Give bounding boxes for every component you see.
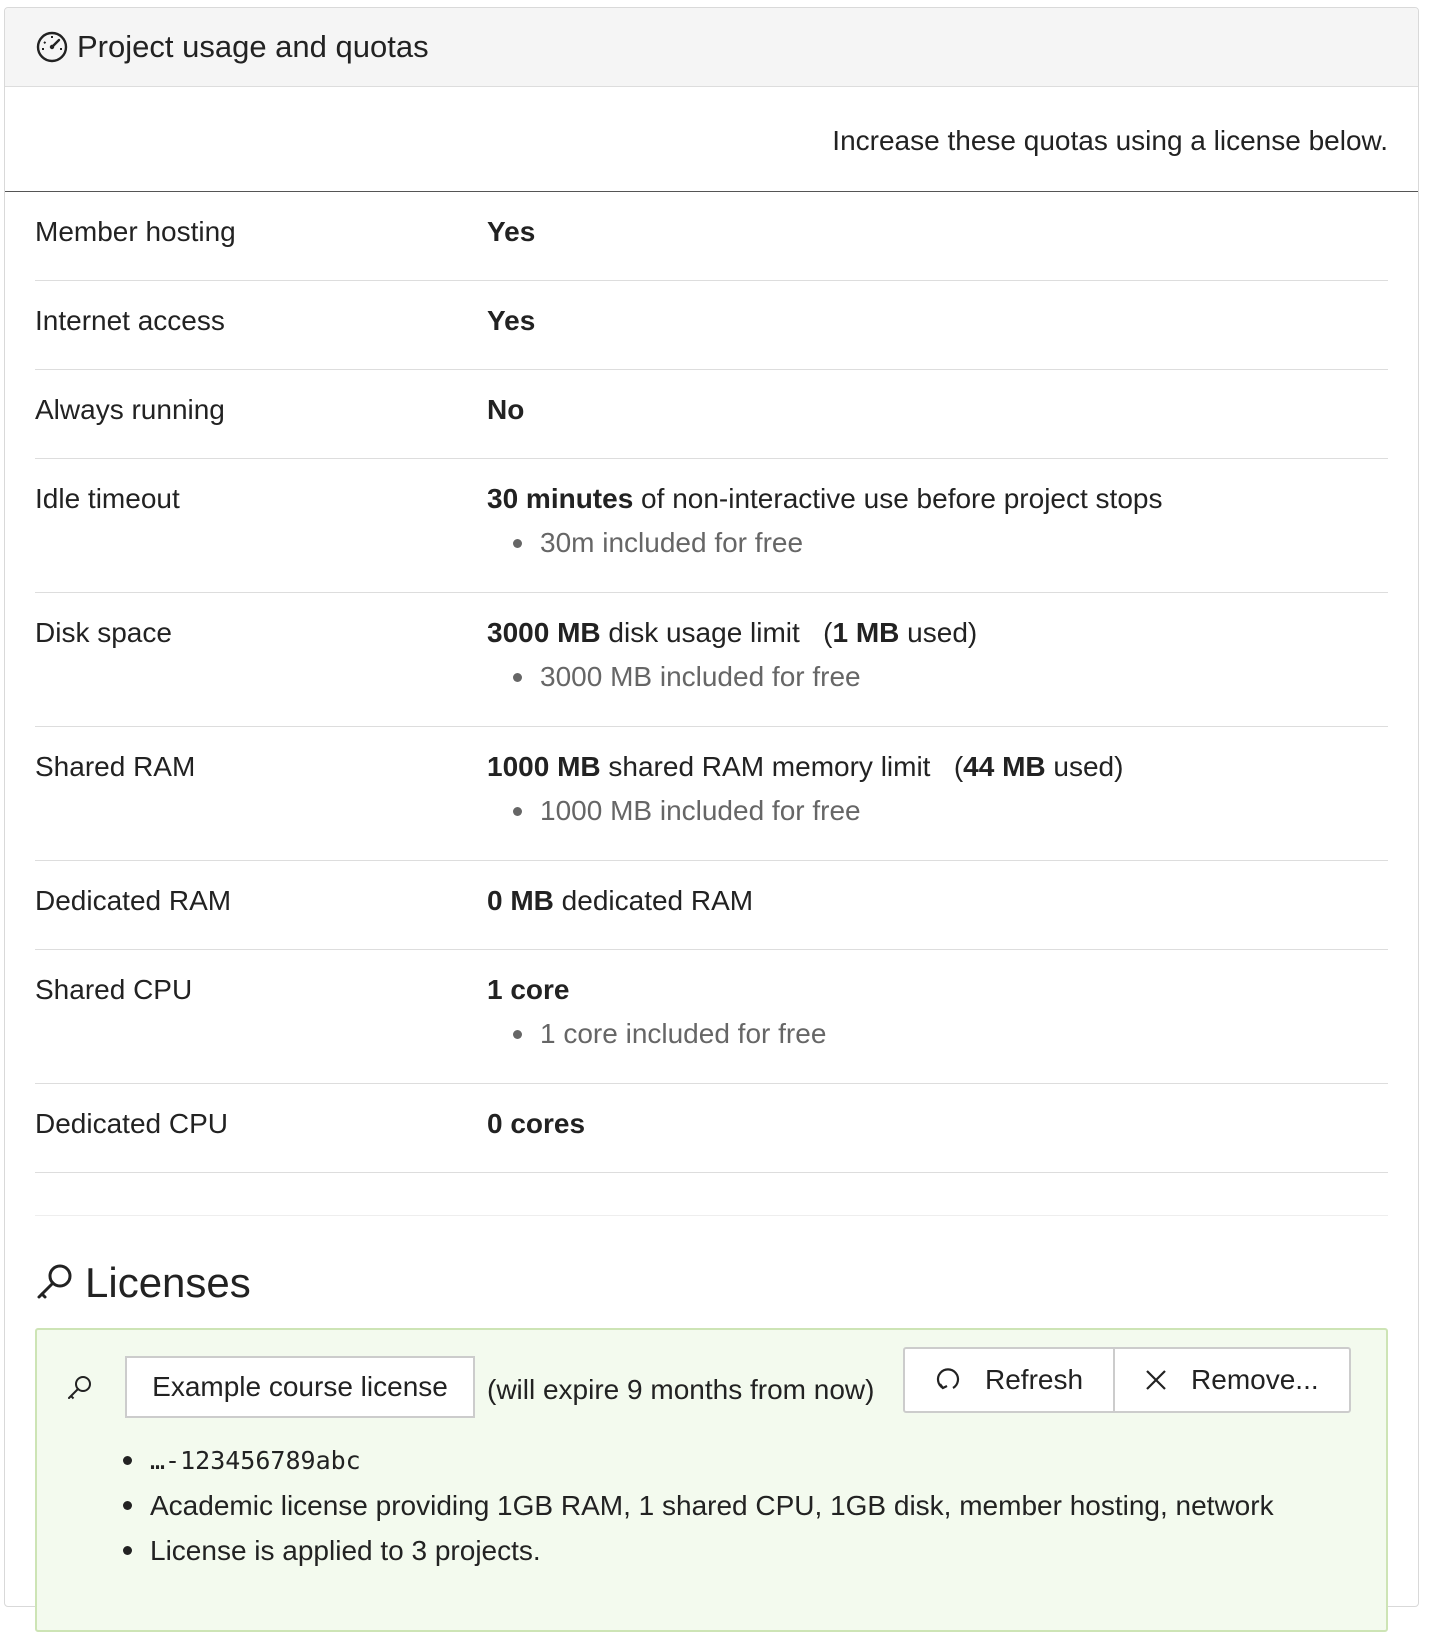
quota-label: Disk space	[35, 617, 172, 648]
quota-value: 3000 MB disk usage limit (1 MB used)	[487, 617, 978, 648]
quota-value: No	[487, 394, 525, 425]
quota-free-note: 3000 MB included for free	[513, 661, 977, 693]
license-actions: Refresh Remove...	[903, 1347, 1351, 1413]
quota-row: Shared CPU 1 core 1 core included for fr…	[35, 950, 1388, 1084]
quota-row: Dedicated RAM 0 MB dedicated RAM	[35, 861, 1388, 950]
quota-value: 1000 MB shared RAM memory limit (44 MB u…	[487, 751, 1124, 782]
key-icon	[67, 1374, 93, 1405]
quota-row: Member hosting Yes	[35, 192, 1388, 281]
section-divider	[35, 1173, 1388, 1216]
quota-row: Internet access Yes	[35, 281, 1388, 370]
key-icon	[35, 1261, 75, 1306]
quota-note: Increase these quotas using a license be…	[832, 125, 1388, 156]
license-name-button[interactable]: Example course license	[125, 1356, 475, 1418]
quota-panel: Project usage and quotas Increase these …	[4, 7, 1419, 1632]
list-item: License is applied to 3 projects.	[123, 1528, 1274, 1573]
licenses-title: Licenses	[85, 1259, 251, 1306]
license-description: Academic license providing 1GB RAM, 1 sh…	[150, 1489, 1274, 1521]
quota-label: Member hosting	[35, 216, 236, 247]
licenses-heading: Licenses	[35, 1258, 1418, 1308]
quota-value: 30 minutes of non-interactive use before…	[487, 483, 1163, 514]
list-item: …-123456789abc	[123, 1438, 1274, 1483]
license-key: …-123456789abc	[150, 1446, 361, 1475]
quota-note-bar: Increase these quotas using a license be…	[5, 87, 1418, 192]
license-details: …-123456789abc Academic license providin…	[123, 1438, 1274, 1573]
quota-label: Shared RAM	[35, 751, 196, 782]
quota-row: Disk space 3000 MB disk usage limit (1 M…	[35, 593, 1388, 727]
panel-header: Project usage and quotas	[5, 8, 1418, 87]
quota-value: 0 MB dedicated RAM	[487, 885, 754, 916]
quota-row: Shared RAM 1000 MB shared RAM memory lim…	[35, 727, 1388, 861]
quota-value: 0 cores	[487, 1108, 586, 1139]
quota-value: 1 core	[487, 974, 570, 1005]
quota-label: Dedicated RAM	[35, 885, 232, 916]
quota-free-note: 1 core included for free	[513, 1018, 826, 1050]
quota-free-note: 30m included for free	[513, 527, 1162, 559]
quota-value: Yes	[487, 216, 536, 247]
quota-row: Idle timeout 30 minutes of non-interacti…	[35, 459, 1388, 593]
quota-free-note: 1000 MB included for free	[513, 795, 1123, 827]
remove-button[interactable]: Remove...	[1113, 1349, 1349, 1411]
license-card: Example course license (will expire 9 mo…	[35, 1328, 1388, 1632]
quota-label: Always running	[35, 394, 225, 425]
dashboard-icon	[35, 30, 69, 64]
refresh-icon	[935, 1367, 961, 1393]
refresh-button[interactable]: Refresh	[905, 1349, 1113, 1411]
quota-label: Idle timeout	[35, 483, 180, 514]
quota-row: Always running No	[35, 370, 1388, 459]
license-expiry: (will expire 9 months from now)	[487, 1374, 875, 1405]
quota-label: Dedicated CPU	[35, 1108, 228, 1139]
quota-value: Yes	[487, 305, 536, 336]
quota-label: Shared CPU	[35, 974, 193, 1005]
close-icon	[1145, 1369, 1167, 1391]
quota-table: Member hosting Yes Internet access Yes A…	[5, 192, 1418, 1173]
panel-title: Project usage and quotas	[77, 29, 429, 64]
list-item: Academic license providing 1GB RAM, 1 sh…	[123, 1483, 1274, 1528]
quota-label: Internet access	[35, 305, 225, 336]
license-applied: License is applied to 3 projects.	[150, 1534, 541, 1566]
quota-row: Dedicated CPU 0 cores	[35, 1084, 1388, 1173]
